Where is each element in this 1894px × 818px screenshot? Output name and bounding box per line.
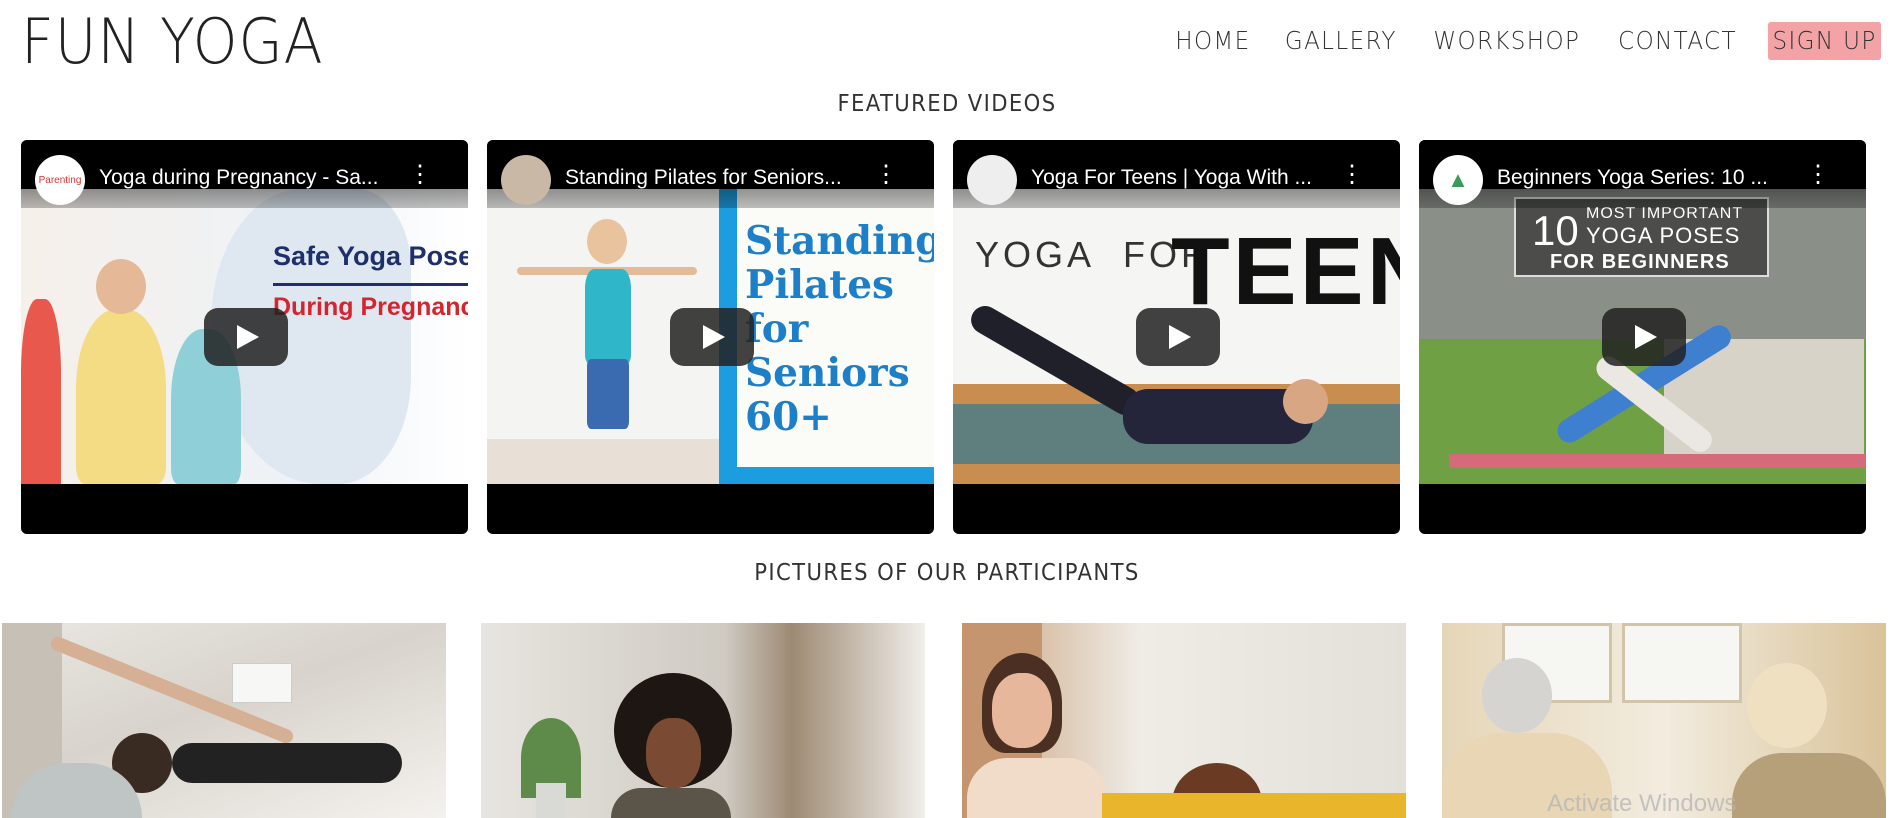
thumbnail-text-box: 10 MOST IMPORTANT YOGA POSES FOR BEGINNE… (1514, 197, 1769, 277)
figure-head-shape (587, 219, 627, 264)
os-activation-watermark: Activate Windows (1547, 790, 1737, 817)
figure-shape (21, 299, 61, 484)
photo-detail (536, 783, 566, 818)
thumbnail-divider (273, 283, 468, 286)
thumbnail-text: YOGA POSES (1586, 223, 1741, 248)
figure-body-shape (585, 269, 631, 364)
video-embed-pregnancy[interactable]: Safe Yoga Pose During Pregnanc Parenting… (21, 140, 468, 534)
featured-videos-heading: FEATURED VIDEOS (837, 91, 1057, 117)
site-header: FUN YOGA HOME GALLERY WORKSHOP CONTACT S… (0, 0, 1894, 80)
video-embed-pilates-seniors[interactable]: Standing Pilates for Seniors 60+ Standin… (487, 140, 934, 534)
thumbnail-text: FOR BEGINNERS (1550, 251, 1730, 273)
thumbnail-text: Standing (745, 218, 934, 264)
thumbnail-text: Pilates (745, 262, 895, 308)
nav-workshop-link[interactable]: WORKSHOP (1429, 22, 1585, 60)
video-embed-beginners-yoga[interactable]: 10 MOST IMPORTANT YOGA POSES FOR BEGINNE… (1419, 140, 1866, 534)
video-grid: Safe Yoga Pose During Pregnanc Parenting… (21, 140, 1867, 534)
photo-detail (646, 718, 701, 788)
video-title[interactable]: Yoga during Pregnancy - Sa... (99, 166, 399, 190)
channel-avatar[interactable] (967, 155, 1017, 205)
photo-detail (1732, 753, 1886, 818)
play-button-icon[interactable] (670, 308, 754, 366)
thumbnail-text: Seniors (745, 350, 910, 396)
participant-photo[interactable] (481, 623, 925, 818)
participant-photo[interactable] (962, 623, 1406, 818)
thumbnail-text: YOGA (975, 234, 1096, 275)
channel-avatar[interactable]: ▲ (1433, 155, 1483, 205)
nav-contact-link[interactable]: CONTACT (1613, 22, 1741, 60)
thumbnail-text: Safe Yoga Pose (273, 241, 468, 271)
main-nav: HOME GALLERY WORKSHOP CONTACT SIGN UP (1151, 22, 1886, 60)
photo-detail (1102, 793, 1406, 818)
figure-head-shape (1283, 379, 1328, 424)
more-options-icon[interactable]: ⋮ (408, 163, 432, 187)
participant-photo-grid (0, 623, 1894, 818)
photo-detail (611, 788, 731, 818)
thumbnail-mat (1449, 454, 1866, 468)
play-button-icon[interactable] (1136, 308, 1220, 366)
channel-name: Parenting (38, 174, 82, 186)
nav-home-link[interactable]: HOME (1170, 22, 1254, 60)
channel-avatar[interactable]: Parenting (35, 155, 85, 205)
photo-detail (992, 673, 1052, 748)
photo-detail (967, 758, 1107, 818)
participant-photo[interactable] (1442, 623, 1886, 818)
participant-photo[interactable] (2, 623, 446, 818)
nav-signup-button[interactable]: SIGN UP (1767, 22, 1882, 60)
thumbnail-text-block: Standing Pilates for Seniors 60+ (745, 219, 934, 439)
tree-icon: ▲ (1447, 167, 1469, 192)
site-logo[interactable]: FUN YOGA (21, 8, 324, 76)
participants-heading: PICTURES OF OUR PARTICIPANTS (754, 560, 1140, 586)
figure-legs-shape (587, 359, 629, 429)
video-title[interactable]: Standing Pilates for Seniors... (565, 166, 865, 190)
figure-head-shape (96, 259, 146, 314)
play-button-icon[interactable] (204, 308, 288, 366)
play-button-icon[interactable] (1602, 308, 1686, 366)
nav-gallery-link[interactable]: GALLERY (1280, 22, 1401, 60)
channel-avatar[interactable] (501, 155, 551, 205)
video-title[interactable]: Beginners Yoga Series: 10 ... (1497, 166, 1797, 190)
video-embed-yoga-teens[interactable]: YOGA FOR TEENS Yoga For Teens | Yoga Wit… (953, 140, 1400, 534)
video-title[interactable]: Yoga For Teens | Yoga With ... (1031, 166, 1331, 190)
photo-detail (232, 663, 292, 703)
photo-detail (1747, 663, 1827, 748)
thumbnail-text: 60+ (745, 394, 832, 440)
thumbnail-text: 10 (1532, 207, 1579, 254)
photo-detail (1482, 658, 1552, 733)
more-options-icon[interactable]: ⋮ (1340, 163, 1364, 187)
photo-detail (1622, 623, 1742, 703)
figure-shape (76, 309, 166, 484)
more-options-icon[interactable]: ⋮ (874, 163, 898, 187)
thumbnail-text: During Pregnanc (273, 293, 468, 321)
thumbnail-text: for (745, 306, 809, 352)
photo-detail (172, 743, 402, 783)
thumbnail-floor (487, 439, 719, 484)
more-options-icon[interactable]: ⋮ (1806, 163, 1830, 187)
